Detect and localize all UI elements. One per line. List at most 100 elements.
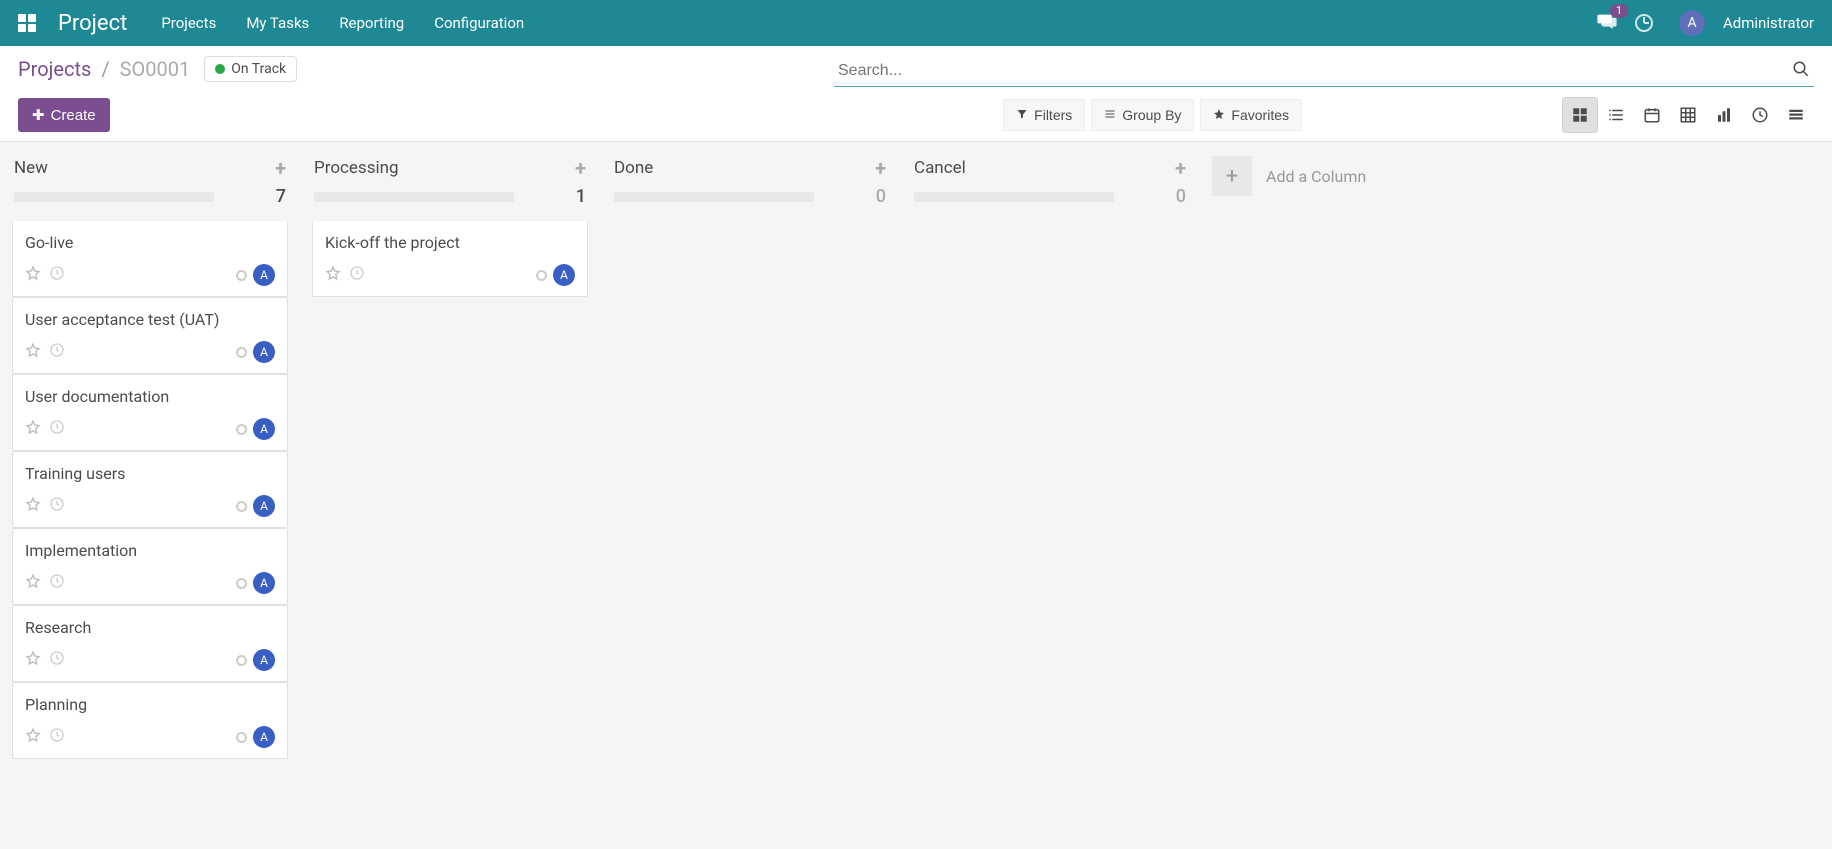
list-icon <box>1104 107 1116 123</box>
view-calendar-icon[interactable] <box>1634 97 1670 133</box>
column-add-icon[interactable]: + <box>275 156 286 180</box>
column-add-icon[interactable]: + <box>1175 156 1186 180</box>
kanban-state-icon[interactable] <box>236 501 247 512</box>
assignee-avatar[interactable]: A <box>253 264 275 286</box>
activity-clock-icon[interactable] <box>49 342 65 362</box>
nav-link-reporting[interactable]: Reporting <box>339 14 404 32</box>
column-progress[interactable] <box>14 192 214 202</box>
nav-link-projects[interactable]: Projects <box>161 14 216 32</box>
column-add-icon[interactable]: + <box>575 156 586 180</box>
assignee-avatar[interactable]: A <box>253 495 275 517</box>
task-card[interactable]: Research A <box>12 605 288 682</box>
task-card[interactable]: ImplementationA <box>12 528 288 605</box>
task-title: Research <box>25 618 275 637</box>
messages-icon[interactable]: 1 <box>1597 13 1617 33</box>
filter-group: Filters Group By Favorites <box>1003 99 1302 131</box>
nav-right: 1 A Administrator <box>1597 10 1814 36</box>
assignee-avatar[interactable]: A <box>553 264 575 286</box>
filters-button[interactable]: Filters <box>1003 99 1085 131</box>
priority-star-icon[interactable] <box>25 650 41 670</box>
kanban-column: New+7Go-liveAUser acceptance test (UAT)A… <box>12 156 288 759</box>
kanban-state-icon[interactable] <box>236 732 247 743</box>
column-progress[interactable] <box>914 192 1114 202</box>
column-progress[interactable] <box>614 192 814 202</box>
priority-star-icon[interactable] <box>325 265 341 285</box>
view-graph-icon[interactable] <box>1706 97 1742 133</box>
activity-clock-icon[interactable] <box>49 265 65 285</box>
search-bar <box>834 56 1814 87</box>
column-count: 0 <box>1176 186 1186 207</box>
view-activity-icon[interactable] <box>1742 97 1778 133</box>
search-input[interactable] <box>834 56 1814 87</box>
plus-icon: ✚ <box>32 106 45 124</box>
priority-star-icon[interactable] <box>25 573 41 593</box>
column-progress[interactable] <box>314 192 514 202</box>
priority-star-icon[interactable] <box>25 419 41 439</box>
kanban-column: Cancel +0 <box>912 156 1188 221</box>
task-card[interactable]: Kick-off the projectA <box>312 221 588 297</box>
activity-clock-icon[interactable] <box>349 265 365 285</box>
task-card[interactable]: Go-live A <box>12 221 288 297</box>
column-title[interactable]: Processing <box>314 158 399 178</box>
activity-clock-icon[interactable] <box>49 573 65 593</box>
activity-clock-icon[interactable] <box>49 727 65 747</box>
app-brand[interactable]: Project <box>58 11 127 36</box>
assignee-avatar[interactable]: A <box>253 418 275 440</box>
activity-clock-icon[interactable] <box>49 496 65 516</box>
favorites-label: Favorites <box>1231 107 1289 123</box>
project-status[interactable]: On Track <box>204 56 297 82</box>
view-list-icon[interactable] <box>1598 97 1634 133</box>
kanban-state-icon[interactable] <box>236 424 247 435</box>
user-name[interactable]: Administrator <box>1723 14 1814 32</box>
task-card[interactable]: Training usersA <box>12 451 288 528</box>
priority-star-icon[interactable] <box>25 496 41 516</box>
column-count: 1 <box>576 186 586 207</box>
status-label: On Track <box>231 61 286 77</box>
nav-link-configuration[interactable]: Configuration <box>434 14 524 32</box>
assignee-avatar[interactable]: A <box>253 726 275 748</box>
search-icon[interactable] <box>1792 60 1810 82</box>
column-title[interactable]: Done <box>614 158 653 178</box>
assignee-avatar[interactable]: A <box>253 572 275 594</box>
add-column-plus-icon[interactable]: + <box>1212 156 1252 196</box>
breadcrumb: Projects / SO0001 On Track <box>18 56 297 82</box>
task-card[interactable]: Planning A <box>12 682 288 759</box>
kanban-state-icon[interactable] <box>236 655 247 666</box>
column-title[interactable]: Cancel <box>914 158 966 178</box>
kanban-state-icon[interactable] <box>536 270 547 281</box>
task-card[interactable]: User documentationA <box>12 374 288 451</box>
activity-clock-icon[interactable] <box>49 419 65 439</box>
add-column[interactable]: + Add a Column <box>1212 156 1366 196</box>
task-title: Go-live <box>25 233 275 252</box>
create-button[interactable]: ✚ Create <box>18 98 110 132</box>
apps-icon[interactable] <box>18 14 36 32</box>
assignee-avatar[interactable]: A <box>253 341 275 363</box>
view-pivot-icon[interactable] <box>1670 97 1706 133</box>
breadcrumb-parent[interactable]: Projects <box>18 57 91 81</box>
kanban-state-icon[interactable] <box>236 270 247 281</box>
priority-star-icon[interactable] <box>25 265 41 285</box>
user-avatar[interactable]: A <box>1679 10 1705 36</box>
kanban-state-icon[interactable] <box>236 578 247 589</box>
assignee-avatar[interactable]: A <box>253 649 275 671</box>
breadcrumb-current: SO0001 <box>120 57 191 81</box>
priority-star-icon[interactable] <box>25 342 41 362</box>
task-title: Planning <box>25 695 275 714</box>
view-map-icon[interactable] <box>1778 97 1814 133</box>
nav-links: Projects My Tasks Reporting Configuratio… <box>161 14 524 32</box>
view-kanban-icon[interactable] <box>1562 97 1598 133</box>
add-column-label: Add a Column <box>1266 167 1366 186</box>
kanban-state-icon[interactable] <box>236 347 247 358</box>
nav-link-my-tasks[interactable]: My Tasks <box>246 14 309 32</box>
activity-clock-icon[interactable] <box>49 650 65 670</box>
top-navbar: Project Projects My Tasks Reporting Conf… <box>0 0 1832 46</box>
column-add-icon[interactable]: + <box>875 156 886 180</box>
task-card[interactable]: User acceptance test (UAT)A <box>12 297 288 374</box>
priority-star-icon[interactable] <box>25 727 41 747</box>
activity-clock-icon[interactable] <box>1635 14 1653 32</box>
groupby-label: Group By <box>1122 107 1181 123</box>
nav-left: Project Projects My Tasks Reporting Conf… <box>18 11 524 36</box>
favorites-button[interactable]: Favorites <box>1200 99 1302 131</box>
column-title[interactable]: New <box>14 158 48 178</box>
groupby-button[interactable]: Group By <box>1091 99 1194 131</box>
